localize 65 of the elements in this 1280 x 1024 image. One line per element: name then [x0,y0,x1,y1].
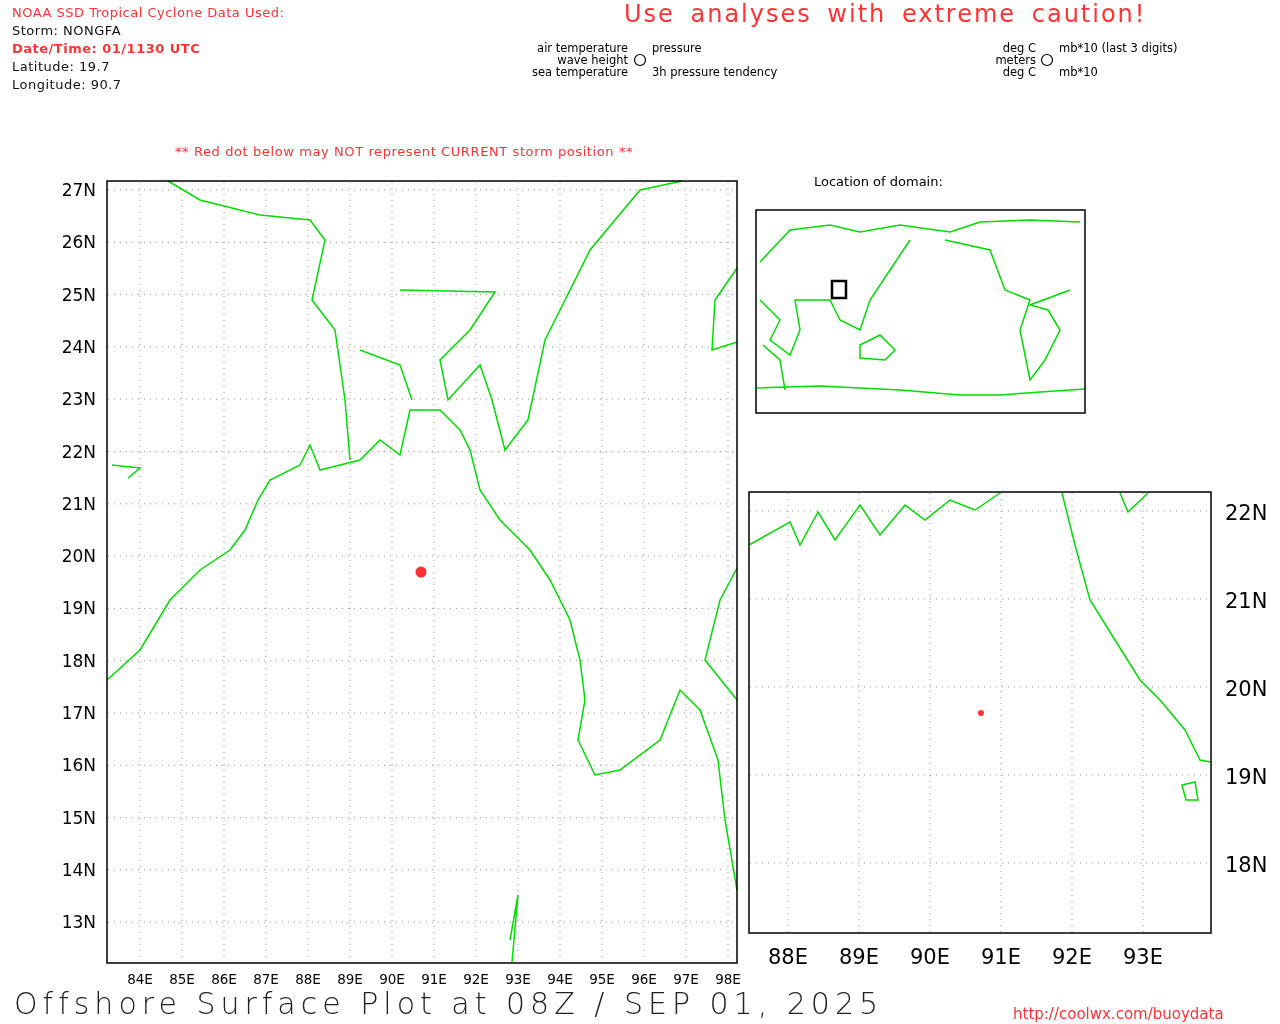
latitude-tick-label: 24N [61,336,96,357]
longitude-tick-label: 97E [673,971,699,987]
storm-position-warning: ** Red dot below may NOT represent CURRENT storm position ** [175,144,634,159]
source-heading: NOAA SSD Tropical Cyclone Data Used: [12,5,285,20]
latitude-tick-label: 18N [1225,853,1268,877]
longitude-tick-label: 98E [715,971,741,987]
longitude-tick-label: 94E [547,971,573,987]
latitude-tick-label: 16N [61,755,96,776]
longitude-tick-label: 92E [463,971,489,987]
source-url: http://coolwx.com/buoydata [1013,1005,1224,1023]
longitude-tick-label: 84E [127,971,153,987]
latitude-tick-label: 14N [61,859,96,880]
longitude-tick-label: 93E [1123,945,1163,969]
longitude-tick-label: 89E [839,945,879,969]
storm-position-dot [415,566,427,578]
longitude-tick-label: 90E [910,945,950,969]
latitude-tick-label: 19N [1225,765,1268,789]
longitude-tick-label: 91E [421,971,447,987]
longitude-tick-label: 85E [169,971,195,987]
legend-label: sea temperature [531,65,628,79]
longitude-tick-label: 92E [1052,945,1092,969]
latitude-tick-label: 21N [1225,589,1268,613]
latitude-tick-label: 19N [61,598,96,619]
latitude-tick-label: 20N [1225,677,1268,701]
latitude-tick-label: 15N [61,807,96,828]
legend-unit: deg C [1002,41,1036,55]
latitude-tick-label: 26N [61,232,96,253]
station-circle-icon [1040,53,1054,67]
legend-unit: meters [995,53,1036,67]
legend-unit: deg C [1002,65,1036,79]
latitude-tick-label: 13N [61,912,96,933]
latitude-tick-label: 27N [61,180,96,200]
legend-label: air temperature [537,41,628,55]
latitude-tick-label: 22N [1225,501,1268,525]
legend-unit: mb*10 [1059,65,1098,79]
latitude-tick-label: 18N [61,650,96,671]
storm-label: Storm: NONGFA [12,23,122,38]
longitude-tick-label: 90E [379,971,405,987]
longitude-label: Longitude: 90.7 [12,77,122,92]
latitude-tick-label: 22N [61,441,96,462]
domain-heading: Location of domain: [814,174,943,189]
longitude-tick-label: 89E [337,971,363,987]
longitude-tick-label: 88E [295,971,321,987]
legend-unit: mb*10 (last 3 digits) [1059,41,1178,55]
plot-title: Offshore Surface Plot at 08Z / SEP 01, 2025 [14,986,884,1021]
longitude-tick-label: 86E [211,971,237,987]
longitude-tick-label: 96E [631,971,657,987]
storm-position-dot [978,710,984,716]
datetime-label: Date/Time: 01/1130 UTC [12,41,201,56]
latitude-label: Latitude: 19.7 [12,59,110,74]
legend-label: 3h pressure tendency [652,65,778,79]
longitude-tick-label: 87E [253,971,279,987]
domain-box [830,279,848,300]
station-circle-icon [633,53,647,67]
caution-heading: Use analyses with extreme caution! [624,0,1147,28]
latitude-tick-label: 25N [61,284,96,305]
latitude-tick-label: 21N [61,493,96,514]
latitude-tick-label: 23N [61,389,96,410]
legend-label: pressure [652,41,702,55]
longitude-tick-label: 88E [768,945,808,969]
longitude-tick-label: 93E [505,971,531,987]
longitude-tick-label: 95E [589,971,615,987]
latitude-tick-label: 20N [61,546,96,567]
latitude-tick-label: 17N [61,703,96,723]
longitude-tick-label: 91E [981,945,1021,969]
